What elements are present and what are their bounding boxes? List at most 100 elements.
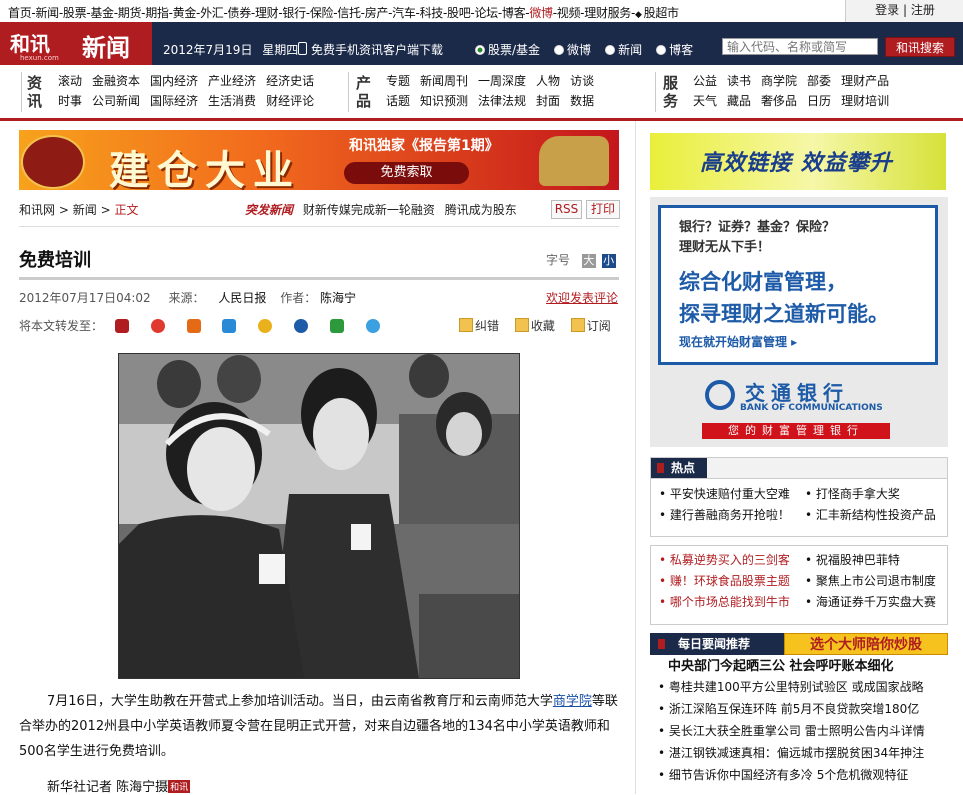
top-nav-link[interactable]: 科技: [420, 6, 444, 20]
list-item[interactable]: 赚！环球食品股票主题: [659, 571, 805, 592]
search-scope-option[interactable]: 微博: [554, 43, 591, 57]
top-nav-link[interactable]: 基金: [90, 6, 114, 20]
top-nav-link[interactable]: 期货: [118, 6, 142, 20]
top-nav-link[interactable]: 论坛: [474, 6, 498, 20]
top-nav-link[interactable]: 期指: [145, 6, 169, 20]
channel-link[interactable]: 一周深度: [478, 71, 526, 91]
hot-tab[interactable]: 热点: [651, 458, 708, 478]
channel-link[interactable]: 国内经济: [150, 71, 198, 91]
top-nav-link[interactable]: 股票: [63, 6, 87, 20]
top-nav-link[interactable]: 银行: [282, 6, 306, 20]
tianya-share-icon[interactable]: [186, 319, 201, 333]
list-item[interactable]: 哪个市场总能找到牛市: [659, 592, 805, 613]
channel-link[interactable]: 话题: [386, 91, 410, 111]
top-nav-link[interactable]: 博客: [502, 6, 526, 20]
top-nav-link[interactable]: 微博: [529, 6, 553, 20]
channel-link[interactable]: 财经评论: [266, 91, 314, 111]
channel-link[interactable]: 天气: [693, 91, 717, 111]
ad-banner-top[interactable]: 建仓大业 和讯独家《报告第1期》 免费索取: [19, 130, 619, 190]
correction-link[interactable]: 纠错: [475, 319, 499, 333]
search-scope-option[interactable]: 股票/基金: [475, 43, 540, 57]
list-item[interactable]: 吴长江大获全胜重掌公司 雷士照明公告内斗详情: [658, 720, 948, 742]
kaixin-share-icon[interactable]: [258, 319, 273, 333]
daily-headline[interactable]: 中央部门今起晒三公 社会呼吁账本细化: [668, 655, 894, 674]
top-nav-link[interactable]: 保险: [310, 6, 334, 20]
channel-link[interactable]: 专题: [386, 71, 410, 91]
list-item[interactable]: 海通证券千万实盘大赛: [805, 592, 936, 613]
search-input[interactable]: [722, 38, 878, 55]
channel-link[interactable]: 理财产品: [841, 71, 889, 91]
top-nav-link[interactable]: 视频: [557, 6, 581, 20]
channel-link[interactable]: 商学院: [761, 71, 797, 91]
top-nav-link[interactable]: 房产: [365, 6, 389, 20]
top-nav-link[interactable]: 股吧: [447, 6, 471, 20]
channel-link[interactable]: 产业经济: [208, 71, 256, 91]
source-link[interactable]: 人民日报: [218, 291, 266, 305]
channel-link[interactable]: 藏品: [727, 91, 751, 111]
top-nav-link[interactable]: 信托: [337, 6, 361, 20]
list-item[interactable]: 粤桂共建100平方公里特别试验区 或成国家战略: [658, 676, 948, 698]
channel-link[interactable]: 日历: [807, 91, 831, 111]
channel-link[interactable]: 法律法规: [478, 91, 526, 111]
top-nav-link[interactable]: 外汇: [200, 6, 224, 20]
channel-link[interactable]: 数据: [570, 91, 594, 111]
mobile-download-link[interactable]: 免费手机资讯客户端下载: [298, 41, 443, 58]
top-nav-link[interactable]: 理财: [255, 6, 279, 20]
search-scope-option[interactable]: 博客: [656, 43, 693, 57]
print-button[interactable]: 打印: [586, 200, 620, 219]
business-school-link[interactable]: 商学院: [553, 694, 592, 709]
daily-news-tab[interactable]: 每日要闻推荐: [650, 633, 784, 655]
promo-banner[interactable]: 选个大师陪你炒股: [784, 633, 948, 655]
channel-link[interactable]: 经济史话: [266, 71, 314, 91]
top-nav-link[interactable]: 理财服务: [584, 6, 631, 20]
channel-link[interactable]: 生活消费: [208, 91, 256, 111]
top-nav-link[interactable]: 黄金: [173, 6, 197, 20]
channel-link[interactable]: 封面: [536, 91, 560, 111]
comment-link[interactable]: 欢迎发表评论: [546, 289, 618, 306]
top-nav-link[interactable]: 股超市: [644, 6, 679, 20]
channel-link[interactable]: 访谈: [570, 71, 594, 91]
font-big-button[interactable]: 大: [581, 254, 596, 268]
list-item[interactable]: 私募逆势买入的三剑客: [659, 550, 805, 571]
banner-button[interactable]: 免费索取: [344, 162, 469, 184]
list-item[interactable]: 聚焦上市公司退市制度: [805, 571, 936, 592]
list-item[interactable]: 湛江钢铁减速真相：偏远城市摆脱贫困34年抻注: [658, 742, 948, 764]
hexun-share-icon[interactable]: [114, 319, 129, 333]
breaking-item[interactable]: 腾讯成为股东: [445, 203, 517, 217]
channel-link[interactable]: 金融资本: [92, 71, 140, 91]
top-nav-link[interactable]: 汽车: [392, 6, 416, 20]
douban-share-icon[interactable]: [329, 319, 344, 333]
channel-link[interactable]: 公益: [693, 71, 717, 91]
channel-link[interactable]: 新闻周刊: [420, 71, 468, 91]
bank-advertisement[interactable]: 银行？证券？基金？保险？ 理财无从下手！ 综合化财富管理， 探寻理财之道新可能。 现…: [650, 197, 948, 447]
list-item[interactable]: 祝福股神巴菲特: [805, 550, 900, 571]
login-link[interactable]: 登录: [875, 3, 899, 17]
tencent-share-icon[interactable]: [365, 319, 380, 333]
breadcrumb-news[interactable]: 新闻: [73, 203, 97, 217]
ad-more-link[interactable]: 现在就开始财富管理 ▸: [679, 333, 797, 350]
channel-link[interactable]: 滚动: [58, 71, 82, 91]
register-link[interactable]: 注册: [911, 3, 935, 17]
channel-link[interactable]: 时事: [58, 91, 82, 111]
list-item[interactable]: 汇丰新结构性投资产品: [805, 505, 936, 526]
search-scope-option[interactable]: 新闻: [605, 43, 642, 57]
channel-link[interactable]: 奢侈品: [761, 91, 797, 111]
channel-link[interactable]: 公司新闻: [92, 91, 140, 111]
channel-link[interactable]: 读书: [727, 71, 751, 91]
list-item[interactable]: 打怪商手拿大奖: [805, 484, 900, 505]
favorite-link[interactable]: 收藏: [531, 319, 555, 333]
rss-button[interactable]: RSS: [551, 200, 582, 219]
list-item[interactable]: 浙江深陷互保连环阵 前5月不良贷款突增180亿: [658, 698, 948, 720]
weibo-share-icon[interactable]: [150, 319, 165, 333]
top-nav-link[interactable]: 债券: [228, 6, 252, 20]
channel-link[interactable]: 知识预测: [420, 91, 468, 111]
subscribe-link[interactable]: 订阅: [587, 319, 611, 333]
channel-link[interactable]: 部委: [807, 71, 831, 91]
top-nav-link[interactable]: 新闻: [35, 6, 59, 20]
list-item[interactable]: 平安快速赔付重大空难: [659, 484, 805, 505]
renren-share-icon[interactable]: [293, 319, 308, 333]
search-button[interactable]: 和讯搜索: [885, 37, 955, 57]
breadcrumb-home[interactable]: 和讯网: [19, 203, 55, 217]
breaking-item[interactable]: 财新传媒完成新一轮融资: [303, 203, 435, 217]
qzone-share-icon[interactable]: [222, 319, 237, 333]
